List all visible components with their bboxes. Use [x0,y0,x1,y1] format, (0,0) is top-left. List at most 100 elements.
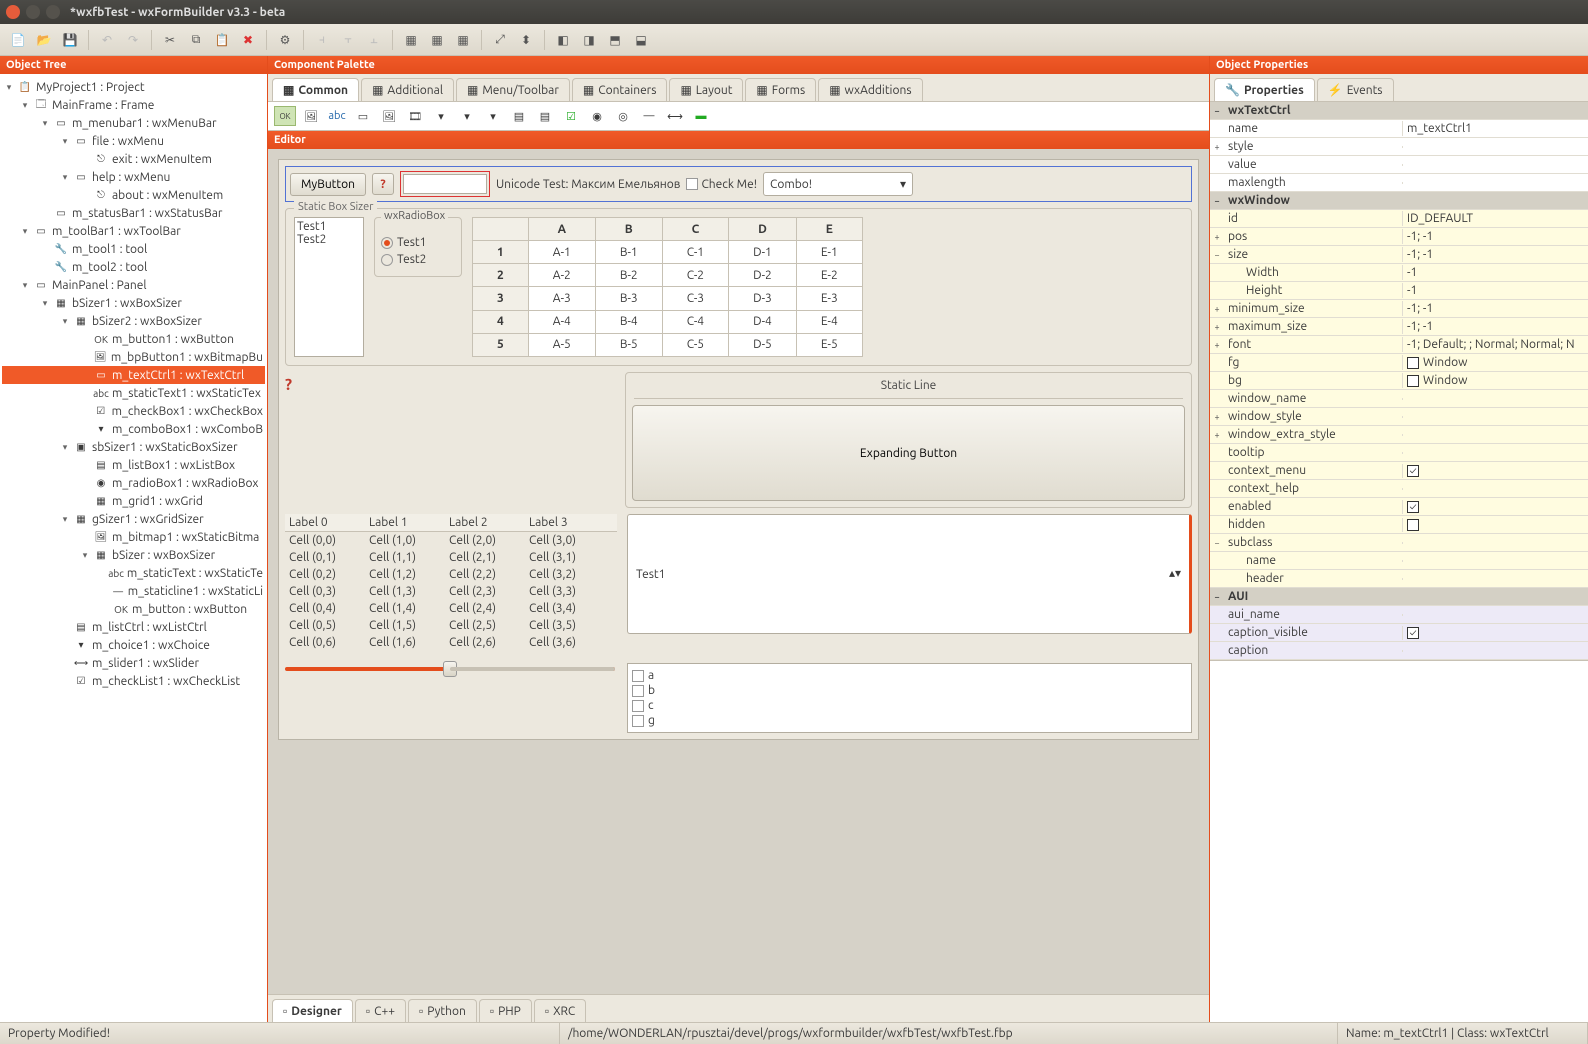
table-row[interactable]: Cell (0,3)Cell (1,3)Cell (2,3)Cell (3,3) [285,583,617,600]
property-row[interactable]: +minimum_size-1; -1 [1210,300,1588,318]
palette-slider-icon[interactable]: ⟷ [664,106,686,126]
checklist-item[interactable]: a [632,668,1187,683]
view-tab-php[interactable]: ▫PHP [479,999,532,1022]
tree-node[interactable]: ▾▦gSizer1 : wxGridSizer [2,510,265,528]
palette-tab-wxadditions[interactable]: ▦wxAdditions [818,78,922,101]
property-row[interactable]: bgWindow [1210,372,1588,390]
property-row[interactable]: context_menu✓ [1210,462,1588,480]
preview-combobox[interactable]: Combo!▾ [763,172,913,196]
property-row[interactable]: +style [1210,138,1588,156]
property-row[interactable]: maxlength [1210,174,1588,192]
tree-node[interactable]: ▭m_textCtrl1 : wxTextCtrl [2,366,265,384]
table-row[interactable]: Cell (0,5)Cell (1,5)Cell (2,5)Cell (3,5) [285,617,617,634]
list-item[interactable]: Test2 [297,233,361,246]
checklist-item[interactable]: b [632,683,1187,698]
property-row[interactable]: +window_extra_style [1210,426,1588,444]
view-tab-xrc[interactable]: ▫XRC [534,999,586,1022]
tree-node[interactable]: 🖼m_bpButton1 : wxBitmapBu [2,348,265,366]
new-icon[interactable]: 📄 [6,28,30,52]
checklist-item[interactable]: g [632,713,1187,728]
property-row[interactable]: −AUI [1210,588,1588,606]
border-right-icon[interactable]: ◨ [577,28,601,52]
tree-node[interactable]: 🔧m_tool2 : tool [2,258,265,276]
tree-node[interactable]: 🔧m_tool1 : tool [2,240,265,258]
tree-node[interactable]: ▾▣sbSizer1 : wxStaticBoxSizer [2,438,265,456]
preview-expanding-button[interactable]: Expanding Button [632,405,1185,501]
tree-node[interactable]: ◉m_radioBox1 : wxRadioBox [2,474,265,492]
tree-node[interactable]: ▭m_statusBar1 : wxStatusBar [2,204,265,222]
palette-radiobox-icon[interactable]: ◎ [612,106,634,126]
property-row[interactable]: tooltip [1210,444,1588,462]
property-grid[interactable]: −wxTextCtrlnamem_textCtrl1+stylevaluemax… [1210,102,1588,660]
property-row[interactable]: window_name [1210,390,1588,408]
tree-node[interactable]: ▦m_grid1 : wxGrid [2,492,265,510]
tree-node[interactable]: 🖼m_bitmap1 : wxStaticBitma [2,528,265,546]
view-tab-designer[interactable]: ▫Designer [272,999,353,1022]
palette-listbox-icon[interactable]: ▤ [508,106,530,126]
generate-icon[interactable]: ⚙ [273,28,297,52]
tree-node[interactable]: ▾▭help : wxMenu [2,168,265,186]
window-maximize-icon[interactable] [46,5,60,19]
table-row[interactable]: Cell (0,6)Cell (1,6)Cell (2,6)Cell (3,6) [285,634,617,651]
preview-textctrl-selected[interactable] [400,171,490,197]
palette-bmpcombobox-icon[interactable]: ▾ [456,106,478,126]
property-row[interactable]: +pos-1; -1 [1210,228,1588,246]
view-tab-c++[interactable]: ▫C++ [355,999,406,1022]
palette-staticline-icon[interactable]: — [638,106,660,126]
palette-button-icon[interactable]: OK [274,106,296,126]
palette-staticbitmap-icon[interactable]: 🖼 [378,106,400,126]
property-row[interactable]: −wxWindow [1210,192,1588,210]
property-row[interactable]: +window_style [1210,408,1588,426]
tree-node[interactable]: ☑m_checkList1 : wxCheckList [2,672,265,690]
property-row[interactable]: caption_visible✓ [1210,624,1588,642]
save-icon[interactable]: 💾 [58,28,82,52]
palette-tab-menu/toolbar[interactable]: ▦Menu/Toolbar [456,78,570,101]
cut-icon[interactable]: ✂ [158,28,182,52]
palette-choice-icon[interactable]: ▾ [482,106,504,126]
copy-icon[interactable]: ⧉ [184,28,208,52]
tree-node[interactable]: ☑m_checkBox1 : wxCheckBox [2,402,265,420]
property-row[interactable]: −subclass [1210,534,1588,552]
property-row[interactable]: context_help [1210,480,1588,498]
preview-choice[interactable]: Test1 ▴▾ [627,514,1192,634]
table-row[interactable]: Cell (0,1)Cell (1,1)Cell (2,1)Cell (3,1) [285,549,617,566]
property-row[interactable]: Width-1 [1210,264,1588,282]
checklist-item[interactable]: c [632,698,1187,713]
tab-events[interactable]: ⚡Events [1317,78,1394,101]
palette-listctrl-icon[interactable]: ▤ [534,106,556,126]
align-vcenter-icon[interactable]: ▦ [425,28,449,52]
tree-node[interactable]: ▾m_comboBox1 : wxComboB [2,420,265,438]
property-row[interactable]: hidden [1210,516,1588,534]
object-tree[interactable]: ▾📋MyProject1 : Project▾🗔MainFrame : Fram… [0,74,267,1022]
palette-gauge-icon[interactable]: ▬ [690,106,712,126]
palette-radiobutton-icon[interactable]: ◉ [586,106,608,126]
palette-tab-forms[interactable]: ▦Forms [745,78,816,101]
tree-node[interactable]: ⎋exit : wxMenuItem [2,150,265,168]
palette-animation-icon[interactable]: 🎞 [404,106,426,126]
editor-canvas[interactable]: MyButton ? Unicode Test: Максим Емельяно… [268,149,1209,994]
property-row[interactable]: +font-1; Default; ; Normal; Normal; N [1210,336,1588,354]
tree-node[interactable]: OKm_button1 : wxButton [2,330,265,348]
palette-bitmapbutton-icon[interactable]: 🖼 [300,106,322,126]
preview-grid[interactable]: ABCDE1A-1B-1C-1D-1E-12A-2B-2C-2D-2E-23A-… [472,217,863,357]
palette-statictext-icon[interactable]: abc [326,106,348,126]
property-row[interactable]: idID_DEFAULT [1210,210,1588,228]
property-row[interactable]: −wxTextCtrl [1210,102,1588,120]
preview-listbox[interactable]: Test1Test2 [294,217,364,357]
redo-icon[interactable]: ↷ [121,28,145,52]
stretch-icon[interactable]: ⬍ [514,28,538,52]
tree-node[interactable]: ⎋about : wxMenuItem [2,186,265,204]
tree-node[interactable]: ▾▭m_toolBar1 : wxToolBar [2,222,265,240]
property-row[interactable]: enabled✓ [1210,498,1588,516]
align-right-icon[interactable]: ⫠ [362,28,386,52]
palette-tab-layout[interactable]: ▦Layout [669,78,743,101]
tree-node[interactable]: abcm_staticText : wxStaticTe [2,564,265,582]
undo-icon[interactable]: ↶ [95,28,119,52]
align-left-icon[interactable]: ⫞ [310,28,334,52]
property-row[interactable]: fgWindow [1210,354,1588,372]
palette-tab-common[interactable]: ▦Common [272,78,359,101]
palette-checkbox-icon[interactable]: ☑ [560,106,582,126]
tree-node[interactable]: OKm_button : wxButton [2,600,265,618]
tree-node[interactable]: ▾▦bSizer : wxBoxSizer [2,546,265,564]
preview-listctrl[interactable]: Label 0Label 1Label 2Label 3Cell (0,0)Ce… [285,514,617,651]
